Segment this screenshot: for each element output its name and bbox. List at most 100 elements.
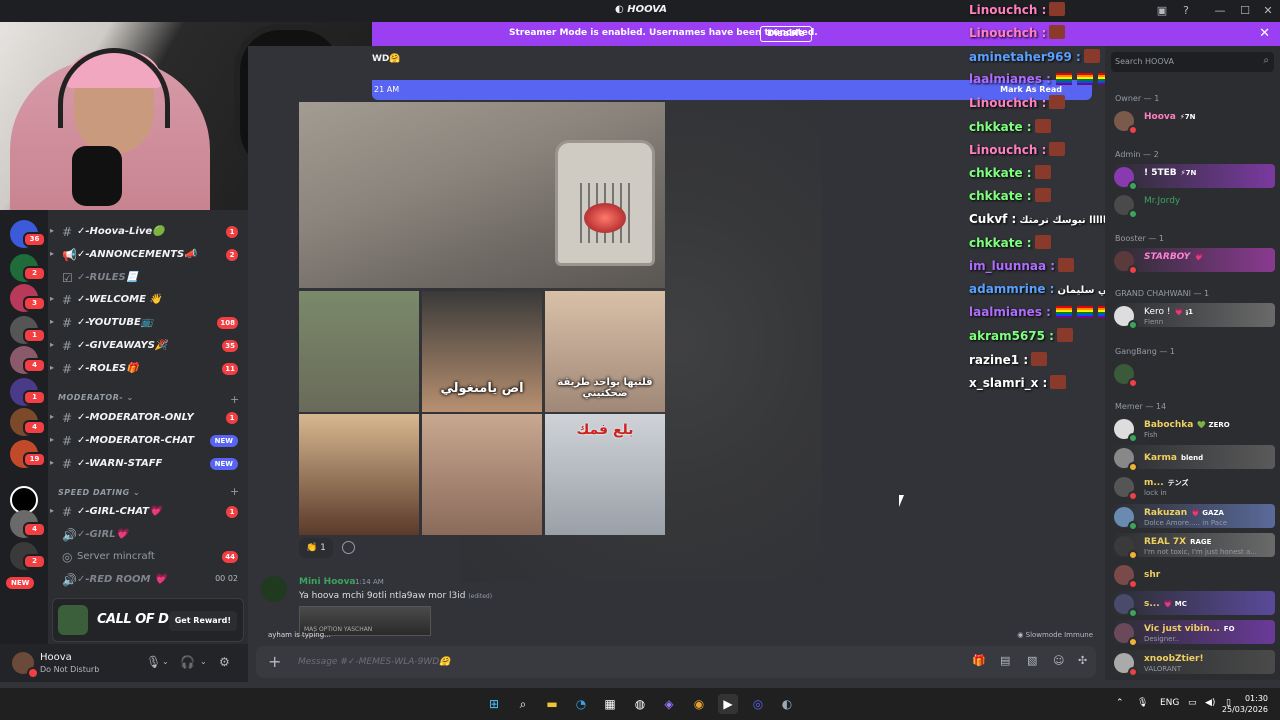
store-icon[interactable]: ▦ — [600, 694, 620, 714]
message-author[interactable]: Mini Hoova — [299, 577, 356, 587]
app-icon[interactable]: ◍ — [630, 694, 650, 714]
member-row[interactable]: Babochka 💚 ZERO Fish — [1111, 416, 1275, 443]
gift-icon[interactable]: 🎁 — [972, 654, 986, 667]
apps-icon[interactable]: ✣ — [1078, 654, 1087, 667]
member-row[interactable]: Hoova ⚡7N — [1111, 108, 1275, 135]
media-player-icon[interactable]: ▶ — [718, 694, 738, 714]
message-composer[interactable]: + Message #✓-MEMES-WLA-9WD🤗 🎁 ▤ ▧ ☺ ✣ — [256, 646, 1096, 678]
channel-rules[interactable]: ☑ ✓-RULES📃 — [56, 268, 244, 288]
member-activity: Fish — [1144, 431, 1158, 439]
channel-giveaways[interactable]: ▸ # ✓-GIVEAWAYS🎉 35 — [50, 336, 244, 356]
chevron-down-icon[interactable]: ⌄ — [162, 657, 169, 666]
discord-window: ◐ HOOVA ▣ ? — ☐ ✕ Streamer Mode is enabl… — [0, 0, 1280, 720]
category-speed-dating[interactable]: SPEED DATING ⌄ — [58, 488, 140, 497]
member-row[interactable]: shr — [1111, 562, 1275, 589]
tray-microphone-icon[interactable]: 🎙 — [1137, 698, 1148, 708]
channel-moderator-only[interactable]: ▸ # ✓-MODERATOR-ONLY 1 — [50, 408, 244, 428]
search-input[interactable]: Search HOOVA ⌕ — [1111, 52, 1274, 72]
member-row[interactable]: STARBOY 💗 — [1111, 248, 1275, 275]
member-row[interactable]: xnoobZtier! VALORANT — [1111, 649, 1275, 677]
inbox-icon[interactable]: ▣ — [1154, 3, 1170, 19]
status-dot — [1128, 462, 1138, 473]
emoji-icon[interactable]: ☺ — [1053, 654, 1064, 667]
channel-girl[interactable]: 🔊 ✓-GIRL💗 — [56, 525, 244, 545]
add-channel-icon[interactable]: + — [230, 393, 239, 406]
status-dot — [1128, 181, 1138, 191]
status-dot — [1128, 549, 1138, 560]
attachment-large-photo[interactable] — [299, 102, 665, 288]
close-window-icon[interactable]: ✕ — [1260, 3, 1276, 19]
headphones-icon[interactable]: 🎧 — [180, 655, 195, 669]
file-explorer-icon[interactable]: ▬ — [542, 694, 562, 714]
member-row[interactable] — [1111, 361, 1275, 388]
microphone-icon[interactable]: 🎙 — [146, 655, 161, 669]
member-row[interactable]: Vic just vibin... FO Designer.. — [1111, 620, 1275, 648]
chevron-down-icon[interactable]: ⌄ — [200, 657, 207, 666]
channel-hoova-live[interactable]: ▸ # ✓-Hoova-Live🟢 1 — [50, 222, 244, 242]
upload-plus-icon[interactable]: + — [268, 652, 281, 671]
cod-logo-icon — [58, 605, 88, 635]
help-icon[interactable]: ? — [1178, 3, 1194, 19]
reaction-chip[interactable]: 👏 1 — [299, 538, 333, 558]
member-name: Karma — [1144, 453, 1177, 464]
volume-icon[interactable]: ◀) — [1205, 698, 1215, 708]
get-reward-button[interactable]: Get Reward! — [168, 611, 237, 631]
member-row[interactable]: Kero ! 💗 𝔷1 Flenn — [1111, 303, 1275, 330]
status-dot — [1128, 666, 1138, 677]
message-input[interactable]: Message #✓-MEMES-WLA-9WD🤗 — [298, 657, 450, 667]
stream-chat-username: im_luunnaa : — [969, 259, 1056, 274]
disable-streamer-button[interactable]: Disable — [760, 26, 812, 42]
channel-roles[interactable]: ▸ # ✓-ROLES🎁 11 — [50, 359, 244, 379]
settings-gear-icon[interactable]: ⚙ — [219, 655, 230, 669]
app-icon[interactable]: ◈ — [659, 694, 679, 714]
channel-warn-staff[interactable]: ▸ # ✓-WARN-STAFF NEW — [50, 454, 244, 474]
attachment-tile[interactable] — [299, 291, 419, 412]
member-row[interactable]: ! 5TEB ⚡7N — [1111, 164, 1275, 191]
channel-server-mincraft[interactable]: ◎ Server mincraft 44 — [56, 547, 244, 567]
avatar[interactable] — [261, 576, 287, 602]
member-row[interactable]: Rakuzan 💗 GAZA Dolce Amore..... in Pace — [1111, 503, 1275, 531]
member-row[interactable]: REAL 7X RAGE I'm not toxic, I'm just hones… — [1111, 532, 1275, 560]
new-servers-pill[interactable]: NEW — [6, 577, 35, 589]
maximize-icon[interactable]: ☐ — [1237, 3, 1253, 19]
member-row[interactable]: Karma blend — [1111, 445, 1275, 473]
steam-icon[interactable]: ◐ — [777, 694, 797, 714]
add-channel-icon[interactable]: + — [230, 485, 239, 498]
edge-icon[interactable]: ◔ — [571, 694, 591, 714]
member-row[interactable]: xano — [1111, 679, 1275, 680]
member-row[interactable]: m... テンズ lock in — [1111, 474, 1275, 502]
category-moderator[interactable]: MODERATOR- ⌄ — [58, 393, 134, 402]
tray-chevron-up-icon[interactable]: ⌃ — [1116, 698, 1124, 708]
channel-girl-chat[interactable]: ▸ # ✓-GIRL-CHAT💗 1 — [50, 502, 244, 522]
channel-red-room[interactable]: 🔊 ✓-RED ROOM 💗 00 02 — [56, 570, 244, 590]
language-indicator[interactable]: ENG — [1160, 698, 1179, 708]
channel-moderator-chat[interactable]: ▸ # ✓-MODERATOR-CHAT NEW — [50, 431, 244, 451]
status-dot — [1128, 320, 1138, 330]
chrome-icon[interactable]: ◉ — [689, 694, 709, 714]
server-rail: 36 2 3 1 4 1 4 19 4 2 NEW — [0, 210, 48, 680]
system-clock[interactable]: 01:30 25/03/2026 — [1222, 693, 1268, 715]
channel-annonces[interactable]: ▸ 📢 ✓-ANNONCEMENTS📣 2 — [50, 245, 244, 265]
discord-icon[interactable]: ◎ — [748, 694, 768, 714]
emote-icon — [1031, 351, 1048, 366]
stream-chat-line: akram5675 : — [969, 328, 1073, 346]
dnd-status-icon — [27, 667, 39, 679]
gif-icon[interactable]: ▤ — [1000, 654, 1010, 667]
close-banner-icon[interactable]: ✕ — [1259, 26, 1270, 41]
attachment-tile[interactable]: اص يامنغولي — [422, 291, 542, 412]
attachment-tile[interactable]: قلتيها بواحد طريقة ضحكتيني — [545, 291, 665, 412]
sticker-icon[interactable]: ▧ — [1027, 654, 1037, 667]
attachment-tile[interactable] — [422, 414, 542, 535]
member-row[interactable]: Mr.Jordy — [1111, 192, 1275, 219]
attachment-tile[interactable]: بلع فمك — [545, 414, 665, 535]
add-reaction-icon[interactable] — [342, 541, 355, 554]
channel-youtube[interactable]: ▸ # ✓-YOUTUBE📺 108 — [50, 313, 244, 333]
channel-welcome[interactable]: ▸ # ✓-WELCOME 👋 — [50, 290, 244, 310]
network-icon[interactable]: ▭ — [1188, 698, 1197, 708]
start-icon[interactable]: ⊞ — [484, 694, 504, 714]
attachment-tile[interactable] — [299, 414, 419, 535]
member-row[interactable]: s... 💗 MC — [1111, 591, 1275, 619]
stream-chat-username: x_slamri_x : — [969, 375, 1048, 390]
minimize-icon[interactable]: — — [1212, 3, 1228, 19]
search-icon[interactable]: ⌕ — [513, 694, 533, 714]
